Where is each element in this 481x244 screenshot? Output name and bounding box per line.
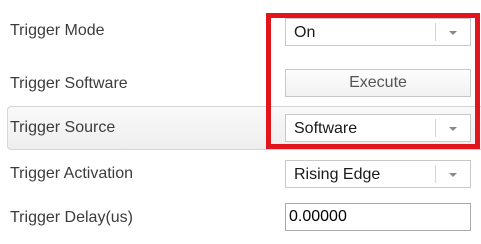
trigger-delay-label: Trigger Delay(us)	[10, 209, 133, 226]
dropdown-separator	[435, 119, 436, 137]
trigger-mode-value: On	[294, 24, 316, 41]
dropdown-separator	[435, 23, 436, 41]
trigger-source-dropdown[interactable]: Software	[285, 114, 471, 142]
trigger-mode-dropdown[interactable]: On	[285, 18, 471, 46]
trigger-activation-label: Trigger Activation	[10, 165, 134, 182]
trigger-source-label: Trigger Source	[10, 119, 116, 136]
execute-button[interactable]: Execute	[285, 69, 471, 97]
row-trigger-mode: Trigger Mode On	[0, 18, 481, 62]
chevron-down-icon[interactable]	[449, 173, 457, 177]
chevron-down-icon[interactable]	[449, 31, 457, 35]
row-trigger-delay: Trigger Delay(us) 0.00000	[0, 202, 481, 242]
trigger-activation-value: Rising Edge	[294, 166, 381, 183]
chevron-down-icon[interactable]	[449, 127, 457, 131]
trigger-mode-label: Trigger Mode	[10, 22, 105, 39]
trigger-source-value: Software	[294, 120, 358, 137]
trigger-software-label: Trigger Software	[10, 75, 128, 92]
trigger-activation-dropdown[interactable]: Rising Edge	[285, 160, 471, 188]
dropdown-separator	[435, 165, 436, 183]
row-trigger-source[interactable]: Trigger Source Software	[0, 106, 481, 150]
row-trigger-activation: Trigger Activation Rising Edge	[0, 160, 481, 204]
trigger-delay-input[interactable]: 0.00000	[285, 203, 471, 231]
